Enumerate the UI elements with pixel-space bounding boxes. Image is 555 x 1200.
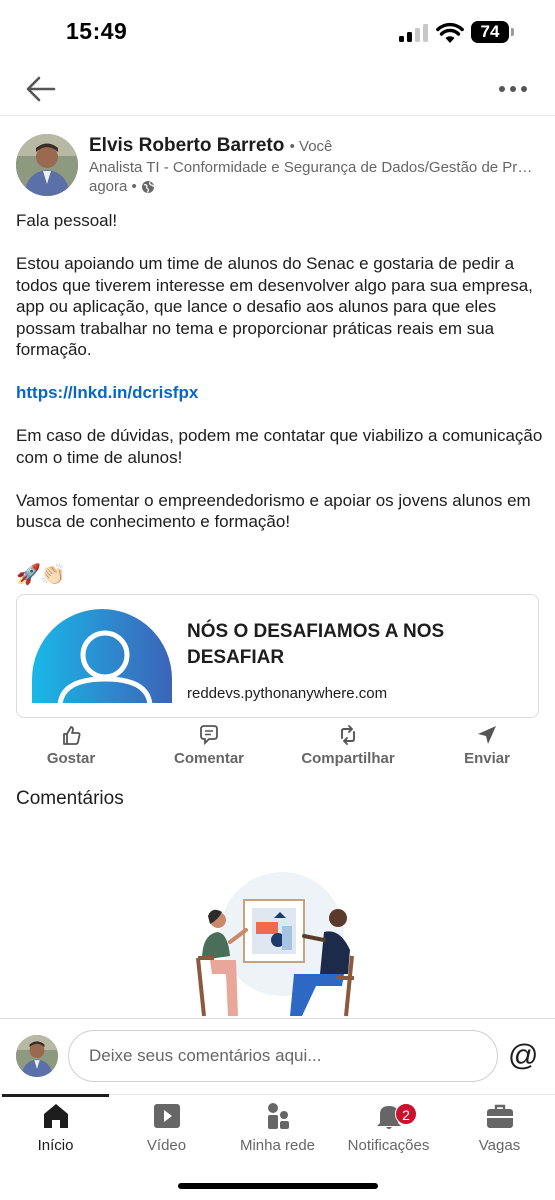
nav-network[interactable]: Minha rede [222, 1101, 333, 1154]
home-indicator [178, 1183, 378, 1189]
my-network-icon [267, 1103, 289, 1129]
nav-jobs-label: Vagas [478, 1137, 521, 1154]
nav-network-label: Minha rede [239, 1137, 316, 1154]
card-title: NÓS O DESAFIAMOS A NOS DESAFIAR [187, 621, 445, 668]
comment-bar: @ [0, 1018, 555, 1094]
cellular-signal-icon [399, 24, 429, 42]
comment-icon [200, 725, 218, 746]
nav-video-label: Vídeo [146, 1137, 187, 1154]
comment-button[interactable]: Comentar [162, 724, 256, 767]
post-time-text: agora • [89, 178, 137, 195]
globe-icon [141, 180, 154, 193]
nav-home[interactable]: Início [0, 1101, 111, 1154]
card-thumbnail [32, 609, 172, 703]
empty-comments-illustration [196, 872, 354, 1017]
card-domain: reddevs.pythonanywhere.com [187, 685, 388, 702]
mention-button[interactable]: @ [508, 1039, 538, 1073]
repost-icon [341, 725, 355, 745]
home-icon [43, 1104, 68, 1128]
link-preview-card[interactable]: NÓS O DESAFIAMOS A NOS DESAFIAR reddevs.… [16, 594, 539, 718]
back-arrow-icon[interactable] [24, 74, 58, 104]
nav-home-label: Início [37, 1137, 74, 1154]
user-avatar[interactable] [16, 1035, 58, 1077]
author-avatar[interactable] [16, 134, 78, 196]
like-button[interactable]: Gostar [30, 724, 112, 767]
send-label: Enviar [464, 750, 510, 767]
post-header: Elvis Roberto Barreto • Você Analista TI… [16, 126, 539, 202]
post-paragraph: Fala pessoal! [16, 211, 118, 230]
like-label: Gostar [46, 750, 96, 767]
battery-indicator: 74 [471, 21, 509, 43]
post-body: Fala pessoal! Estou apoiando um time de … [16, 210, 544, 554]
nav-notifications-label: Notificações [347, 1137, 430, 1154]
post-time: agora • [89, 178, 155, 195]
thumbs-up-icon [63, 726, 81, 745]
post-paragraph: Em caso de dúvidas, podem me contatar qu… [16, 426, 543, 467]
comment-label: Comentar [173, 750, 244, 767]
post-paragraph: Estou apoiando um time de alunos do Sena… [16, 254, 533, 359]
post-actions: Gostar Comentar Compartilhar Enviar [0, 724, 555, 770]
notifications-badge: 2 [395, 1103, 417, 1125]
status-time: 15:49 [66, 18, 128, 44]
nav-jobs[interactable]: Vagas [444, 1101, 555, 1154]
comment-input[interactable] [68, 1030, 498, 1082]
wifi-icon [436, 22, 464, 43]
nav-video[interactable]: Vídeo [111, 1101, 222, 1154]
battery-tip [511, 28, 514, 36]
post-link[interactable]: https://lnkd.in/dcrisfpx [16, 383, 198, 402]
post-paragraph: Vamos fomentar o empreendedorismo e apoi… [16, 490, 531, 532]
send-button[interactable]: Enviar [446, 724, 528, 767]
post-emojis: 🚀👏🏻 [16, 564, 66, 586]
share-button[interactable]: Compartilhar [294, 724, 402, 767]
author-name[interactable]: Elvis Roberto Barreto [89, 135, 284, 156]
status-bar: 15:49 74 [0, 0, 555, 64]
app-bar [0, 64, 555, 116]
briefcase-icon [486, 1104, 513, 1128]
share-label: Compartilhar [301, 750, 395, 767]
send-icon [478, 726, 496, 744]
more-options-icon[interactable] [496, 78, 530, 100]
video-play-icon [153, 1104, 180, 1128]
author-line: Elvis Roberto Barreto • Você [89, 135, 332, 157]
comments-heading: Comentários [16, 788, 124, 809]
active-tab-indicator [2, 1094, 109, 1097]
nav-notifications[interactable]: 2 Notificações [333, 1101, 444, 1154]
author-headline: Analista TI - Conformidade e Segurança d… [89, 159, 539, 176]
author-you-label: • Você [289, 138, 333, 155]
